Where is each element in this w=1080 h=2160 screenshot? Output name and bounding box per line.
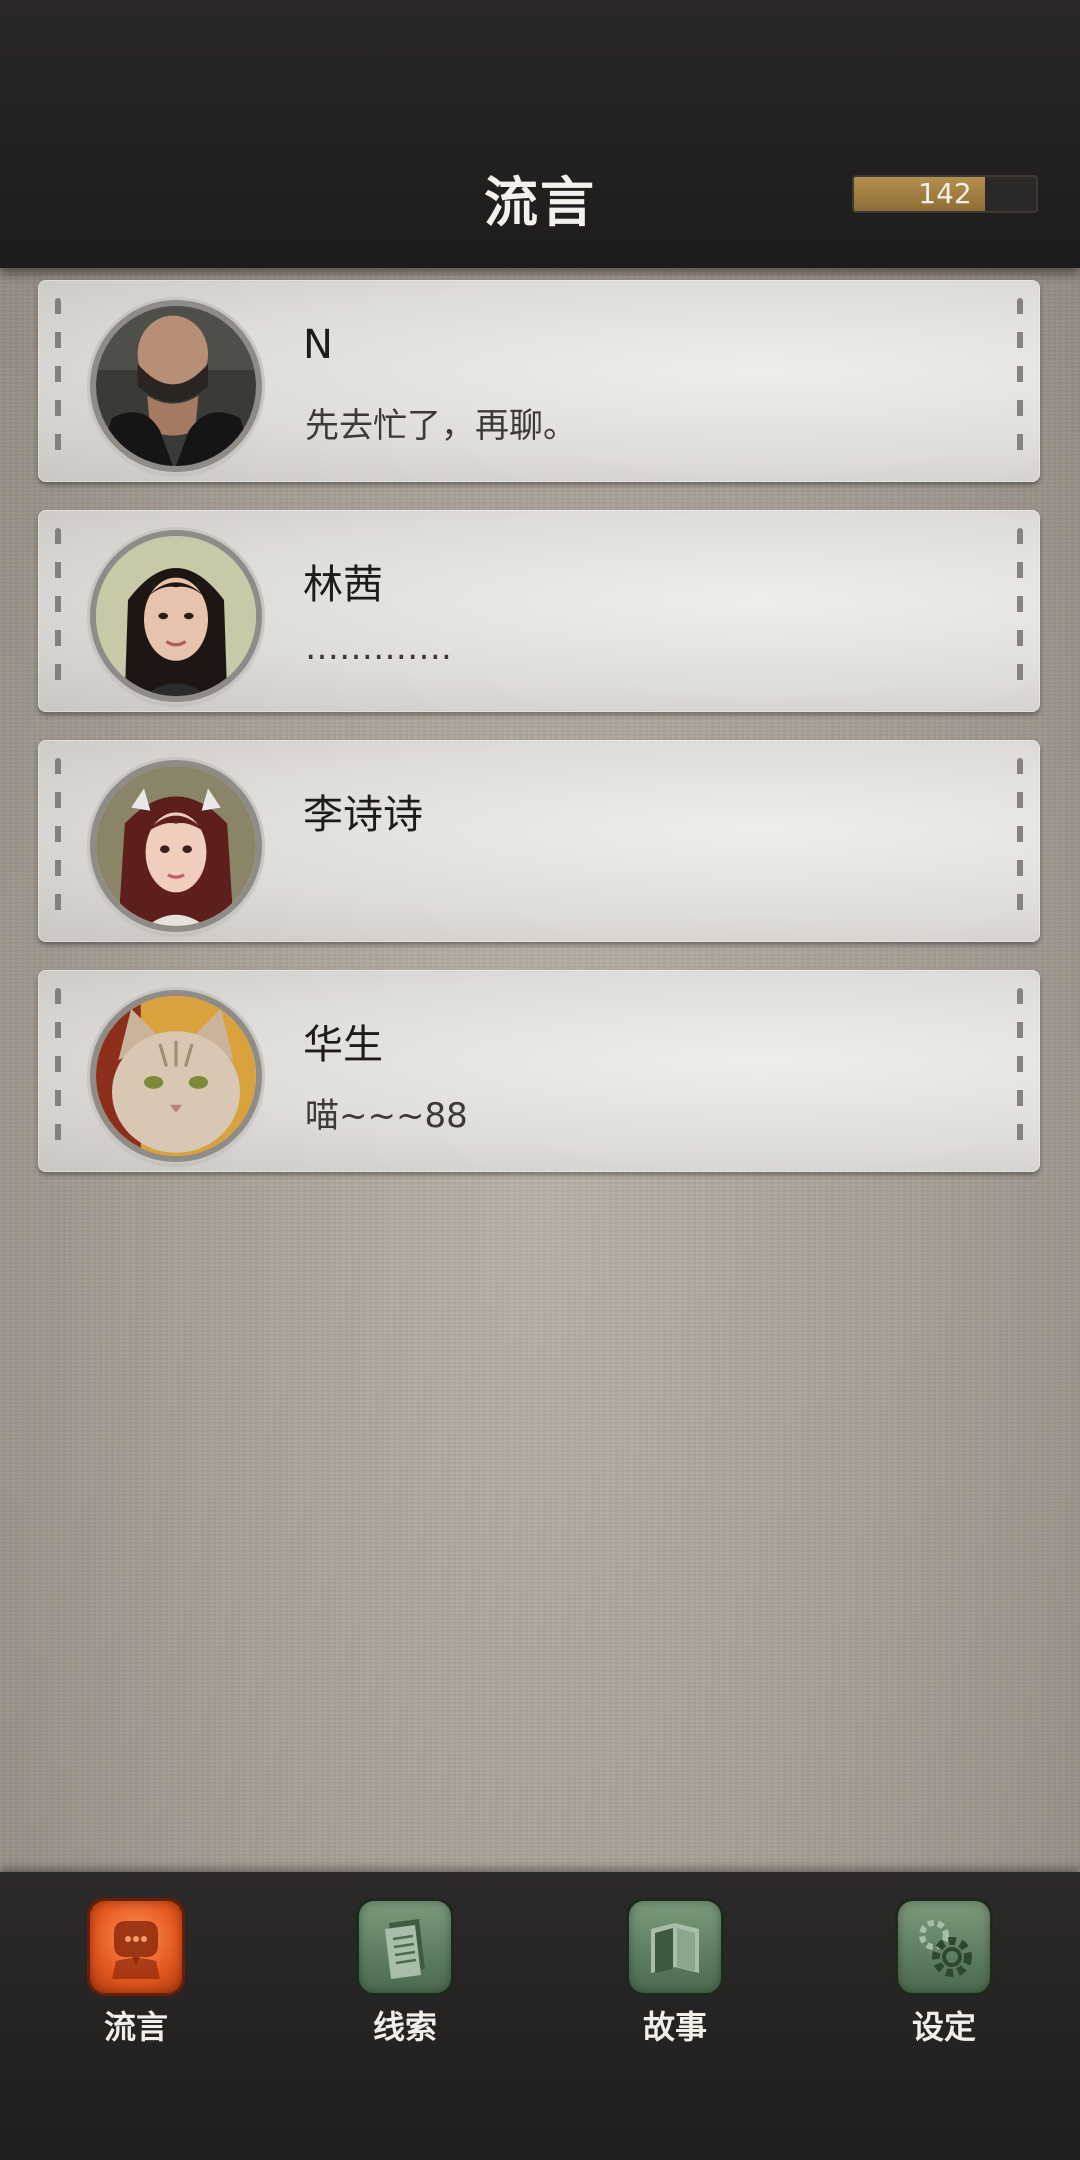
tab-story[interactable]: 故事 [595, 1898, 755, 2048]
tab-label: 故事 [642, 2008, 707, 2046]
contact-list: N 先去忙了，再聊。 林茜 …………. 李诗诗 华生 喵~~~88 [38, 280, 1040, 1200]
stitch-decoration [55, 298, 61, 464]
bottom-nav: 流言 线索 故事 设定 [0, 1872, 1080, 2160]
contact-card-huasheng[interactable]: 华生 喵~~~88 [38, 970, 1040, 1172]
stitch-decoration [1017, 528, 1023, 694]
contact-last-message: …………. [305, 628, 452, 668]
contact-name: 华生 [303, 1022, 383, 1068]
tab-label: 流言 [103, 2008, 168, 2046]
currency-meter: 142 [852, 175, 1038, 213]
tab-settings[interactable]: 设定 [864, 1898, 1024, 2048]
contact-card-lishishi[interactable]: 李诗诗 [38, 740, 1040, 942]
stitch-decoration [55, 528, 61, 694]
clue-notes-icon [356, 1898, 454, 1996]
tab-clues[interactable]: 线索 [325, 1898, 485, 2048]
cat-avatar [90, 990, 262, 1162]
contact-last-message: 喵~~~88 [305, 1096, 468, 1136]
tab-label: 设定 [911, 2008, 976, 2046]
tab-rumors[interactable]: 流言 [56, 1898, 216, 2048]
contact-name: N [303, 322, 333, 368]
stitch-decoration [55, 758, 61, 924]
chat-icon [87, 1898, 185, 1996]
top-bar: 流言 142 [0, 0, 1080, 268]
man-avatar [90, 300, 262, 472]
contact-card-n[interactable]: N 先去忙了，再聊。 [38, 280, 1040, 482]
stitch-decoration [1017, 298, 1023, 464]
contact-name: 李诗诗 [303, 792, 423, 838]
story-book-icon [626, 1898, 724, 1996]
tab-label: 线索 [372, 2008, 437, 2046]
stitch-decoration [55, 988, 61, 1154]
girl-avatar [90, 760, 262, 932]
stitch-decoration [1017, 988, 1023, 1154]
currency-value: 142 [918, 177, 972, 210]
contact-name: 林茜 [303, 562, 383, 608]
woman-avatar [90, 530, 262, 702]
stitch-decoration [1017, 758, 1023, 924]
settings-gear-icon [895, 1898, 993, 1996]
contact-card-linxi[interactable]: 林茜 …………. [38, 510, 1040, 712]
contact-last-message: 先去忙了，再聊。 [305, 406, 577, 446]
